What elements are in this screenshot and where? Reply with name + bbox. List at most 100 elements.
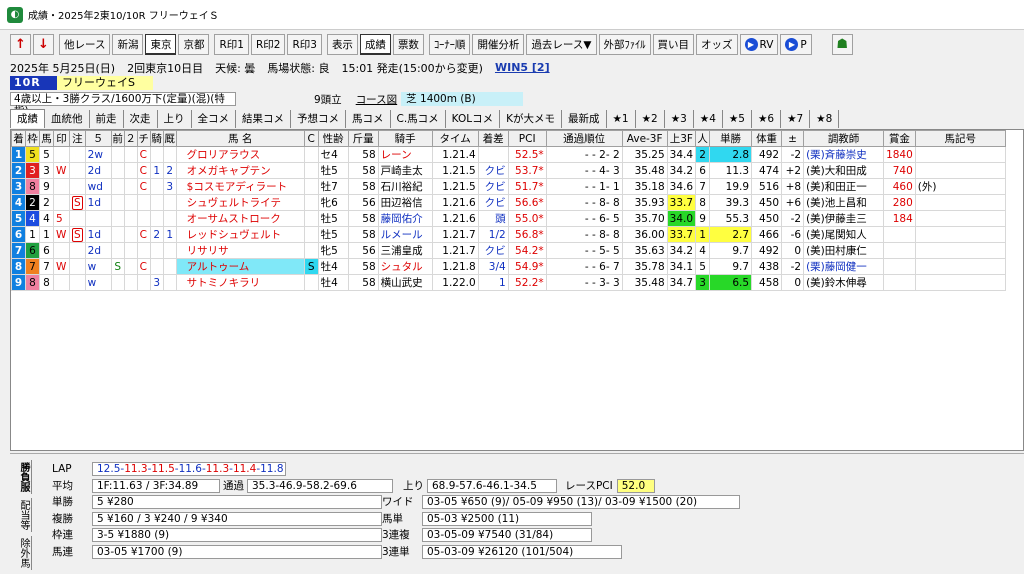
votes-mode-button[interactable]: 票数: [392, 34, 424, 55]
column-header[interactable]: 馬記号: [914, 130, 1006, 147]
rmark3-button[interactable]: R印3: [287, 34, 322, 55]
tab-5[interactable]: 全コメ: [191, 110, 236, 128]
column-header[interactable]: 厩: [162, 130, 177, 147]
table-row[interactable]: 2 3 3 W 2d C 1 2 オメガキャプテン 牡5 58 戸崎圭太 1.21.5 クビ 53.7* - …: [11, 162, 1006, 179]
column-header[interactable]: 印: [53, 130, 70, 147]
person-icon[interactable]: ☗: [831, 34, 853, 55]
past-race-dropdown[interactable]: 過去レース▼: [526, 34, 597, 55]
venue-tokyo-button[interactable]: 東京: [145, 34, 177, 55]
column-header[interactable]: 賞金: [883, 130, 916, 147]
column-header[interactable]: 騎: [149, 130, 164, 147]
table-row[interactable]: 8 7 7 Ww S C アルトゥーム S 牡4 58 シュタル 1.21.8 3/4 54.9* - - …: [11, 258, 1006, 275]
column-header[interactable]: 馬 名: [175, 130, 305, 147]
column-header[interactable]: 上3F: [666, 130, 697, 147]
column-header[interactable]: 人: [695, 130, 711, 147]
column-header[interactable]: 体重: [751, 130, 783, 147]
column-header[interactable]: 単勝: [709, 130, 753, 147]
venue-niigata-button[interactable]: 新潟: [112, 34, 144, 55]
meeting-analysis-button[interactable]: 開催分析: [472, 34, 525, 55]
side-tab-payouts[interactable]: 配当等: [14, 498, 32, 532]
win5-link[interactable]: WIN5 [2]: [495, 61, 550, 74]
cell-chu: S: [69, 226, 86, 243]
rmark1-button[interactable]: R印1: [214, 34, 249, 55]
other-race-button[interactable]: 他レース: [59, 34, 111, 55]
rmark2-button[interactable]: R印2: [250, 34, 286, 55]
table-row[interactable]: 4 2 2 S 1d シュヴェルトライテ 牝6 56 田辺裕信 1.21.6 クビ 56.6* - - …: [11, 194, 1006, 211]
column-header[interactable]: 調教師: [803, 130, 885, 147]
tab-20[interactable]: ★8: [810, 110, 840, 128]
tab-10[interactable]: KOLコメ: [445, 110, 501, 128]
race-info-line: 2025年 5月25日(日) 2回東京10日目 天候: 曇 馬場状態: 良 15…: [10, 60, 550, 75]
umatan-value: 05-03 ¥2500 (11): [422, 511, 592, 526]
prev-race-arrow-icon[interactable]: ↑: [10, 34, 31, 55]
table-row[interactable]: 3 8 9 wd C 3 $コスモアディラート 牡7 58 石川裕紀 1.21.5 クビ 51.7* - …: [11, 178, 1006, 195]
next-race-arrow-icon[interactable]: ↓: [33, 34, 54, 55]
cell-ninki: 1: [695, 226, 711, 243]
tab-6[interactable]: 結果コメ: [236, 110, 291, 128]
tab-9[interactable]: C.馬コメ: [390, 110, 446, 128]
column-header[interactable]: 通過順位: [545, 130, 623, 147]
cell-up3f: 34.7: [666, 274, 697, 291]
cell-pass: - - 8- 8: [545, 194, 623, 211]
side-tab-scratched[interactable]: 除外馬: [14, 536, 32, 570]
column-header[interactable]: チ: [136, 130, 151, 147]
tab-11[interactable]: Kが大メモ: [500, 110, 562, 128]
corner-order-button[interactable]: ｺｰﾅｰ順: [428, 34, 471, 55]
side-tab-silks[interactable]: 勝負服: [14, 460, 32, 494]
column-header[interactable]: ２: [123, 130, 138, 147]
p-button[interactable]: ▶ P: [780, 34, 812, 55]
table-row[interactable]: 9 8 8 w 3 サトミノキラリ 牡4 58 横山武史 1.22.0 1 52.2* - - 3- 3…: [11, 274, 1006, 291]
column-header[interactable]: ±: [781, 130, 805, 147]
course-map-link[interactable]: コース図: [356, 92, 397, 107]
column-header[interactable]: C: [303, 130, 319, 147]
cell-prize: [883, 274, 916, 291]
tab-7[interactable]: 予想コメ: [291, 110, 346, 128]
tab-0[interactable]: 成績: [10, 109, 45, 128]
tab-12[interactable]: 最新成: [562, 110, 607, 128]
column-header[interactable]: 枠: [25, 130, 40, 147]
column-header[interactable]: 性齢: [317, 130, 349, 147]
tab-15[interactable]: ★3: [664, 110, 694, 128]
column-header[interactable]: ５: [84, 130, 112, 147]
cell-time: 1.21.4: [431, 146, 479, 163]
display-button[interactable]: 表示: [326, 34, 358, 55]
table-row[interactable]: 1 5 5 2w C グロリアラウス セ4 58 レーン 1.21.4 52.5* - - 2- 23…: [11, 146, 1006, 163]
tab-4[interactable]: 上り: [157, 110, 192, 128]
table-row[interactable]: 7 6 6 2d リサリサ 牝5 56 三浦皇成 1.21.7 クビ 54.2* - - 5- 5 35…: [11, 242, 1006, 259]
venue-kyoto-button[interactable]: 京都: [178, 34, 210, 55]
column-header[interactable]: PCI: [507, 130, 547, 147]
tab-8[interactable]: 馬コメ: [346, 110, 391, 128]
column-header[interactable]: 馬: [39, 130, 54, 147]
column-header[interactable]: 着: [11, 130, 26, 147]
tab-2[interactable]: 前走: [89, 110, 124, 128]
column-header[interactable]: 着差: [477, 130, 509, 147]
rv-button[interactable]: ▶ RV: [739, 34, 779, 55]
tab-1[interactable]: 血統他: [45, 110, 90, 128]
cell-waku: 2: [25, 194, 40, 211]
tab-18[interactable]: ★6: [751, 110, 782, 128]
results-mode-button[interactable]: 成績: [359, 34, 391, 55]
column-header[interactable]: 騎手: [377, 130, 433, 147]
odds-button[interactable]: オッズ: [696, 34, 738, 55]
cell-c: [303, 242, 319, 259]
table-row[interactable]: 6 1 1 W S 1d C 2 1 レッドシュヴェルト 牡5 58 ルメール 1.21.7 1/2 56.8…: [11, 226, 1006, 243]
cell-diff: クビ: [477, 162, 509, 179]
table-row[interactable]: 5 4 4 5 オーサムストローク 牡5 58 藤岡佑介 1.21.6 頭 55.0* - - 6- …: [11, 210, 1006, 227]
cell-time: 1.21.5: [431, 162, 479, 179]
column-header[interactable]: 注: [69, 130, 86, 147]
column-header[interactable]: タイム: [431, 130, 479, 147]
cell-mae: [110, 162, 125, 179]
tab-16[interactable]: ★4: [693, 110, 723, 128]
tab-14[interactable]: ★2: [635, 110, 665, 128]
tab-17[interactable]: ★5: [722, 110, 752, 128]
buy-button[interactable]: 買い目: [652, 34, 694, 55]
column-header[interactable]: 前: [110, 130, 125, 147]
tab-13[interactable]: ★1: [606, 110, 636, 128]
results-grid[interactable]: 着枠馬印注５前２チ騎厩馬 名 C 性齢 斤量 騎手 タイム 着差 PCI 通過順位 Ave-3F 上…: [10, 129, 1024, 451]
tab-3[interactable]: 次走: [123, 110, 158, 128]
cell-pm: +6: [781, 194, 805, 211]
column-header[interactable]: 斤量: [347, 130, 379, 147]
external-file-button[interactable]: 外部ﾌｧｲﾙ: [598, 34, 651, 55]
tab-19[interactable]: ★7: [781, 110, 811, 128]
column-header[interactable]: Ave-3F: [621, 130, 668, 147]
